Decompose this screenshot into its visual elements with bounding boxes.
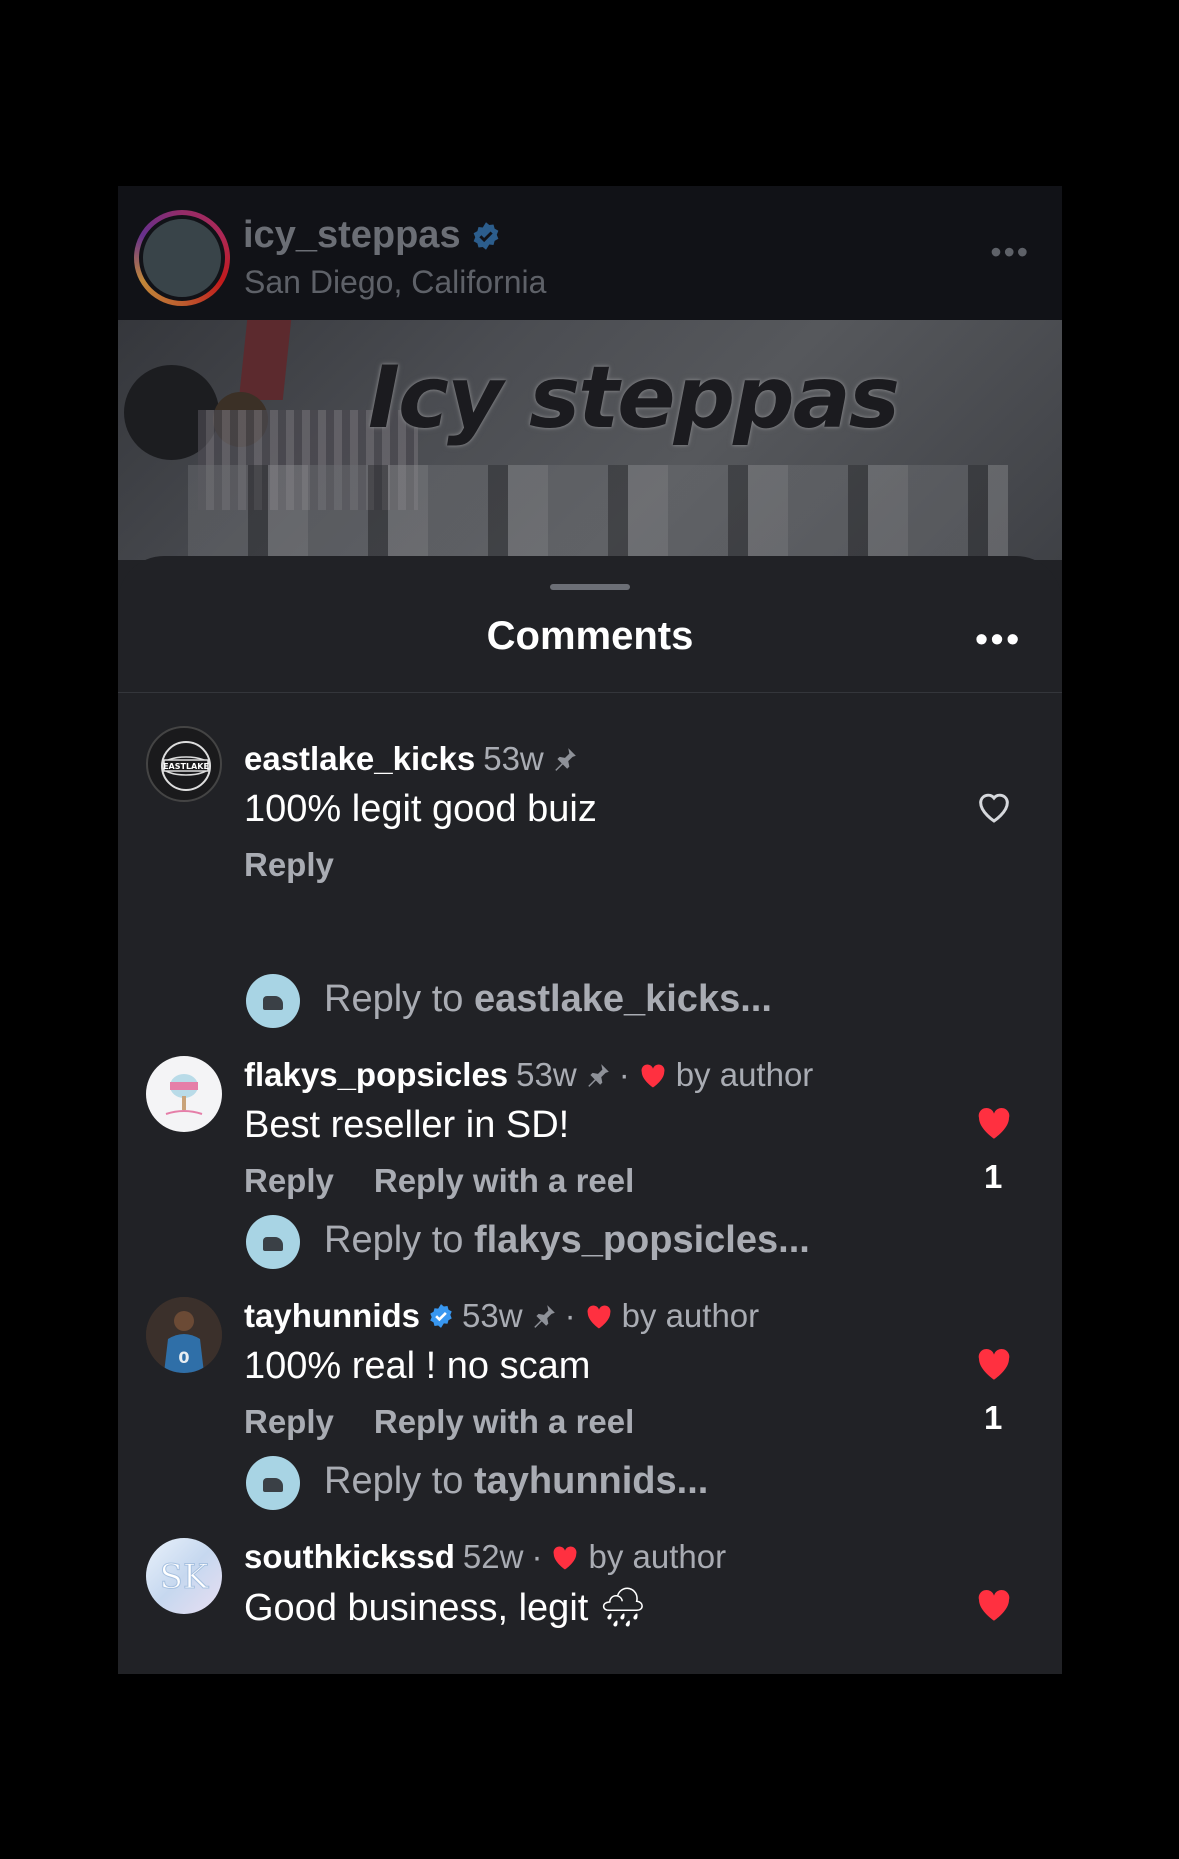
post-more-options-icon[interactable]: ••• <box>990 234 1030 271</box>
svg-text:EASTLAKE: EASTLAKE <box>163 762 209 771</box>
avatar[interactable]: SK <box>146 1538 222 1614</box>
svg-text:SK: SK <box>160 1557 209 1597</box>
liked-by-author-label: by author <box>621 1297 760 1334</box>
svg-text:0: 0 <box>178 1348 189 1367</box>
reply-prompt-user: flakys_popsicles... <box>473 1219 810 1261</box>
current-user-avatar <box>246 1456 300 1510</box>
comment-username[interactable]: southkickssd <box>244 1538 455 1576</box>
divider <box>118 692 1062 693</box>
phone-screen: icy_steppas San Diego, California ••• Ic… <box>118 186 1062 1674</box>
separator-dot: · <box>618 1056 630 1093</box>
comment-text: 100% real ! no scam <box>244 1345 591 1387</box>
comment-username[interactable]: tayhunnids <box>244 1297 420 1335</box>
reply-button[interactable]: Reply <box>244 1403 334 1441</box>
post-location[interactable]: San Diego, California <box>244 264 546 301</box>
heart-filled-icon <box>554 1546 577 1570</box>
avatar[interactable]: EASTLAKE <box>146 726 222 802</box>
comment-time: 53w <box>462 1297 523 1334</box>
comment-text: Best reseller in SD! <box>244 1104 570 1146</box>
heart-filled-icon <box>641 1064 665 1088</box>
reply-prompt-text[interactable]: Reply to tayhunnids... <box>324 1460 708 1503</box>
comment-username[interactable]: eastlake_kicks <box>244 740 475 778</box>
heart-outline-icon[interactable] <box>974 786 1014 826</box>
liked-by-author-label: by author <box>588 1538 727 1575</box>
reply-prompt-text[interactable]: Reply to flakys_popsicles... <box>324 1219 810 1262</box>
reply-with-reel-button[interactable]: Reply with a reel <box>374 1403 634 1441</box>
reply-prompt-user: tayhunnids... <box>473 1460 709 1502</box>
comment-text: 100% legit good buiz <box>244 788 597 830</box>
comment-username[interactable]: flakys_popsicles <box>244 1056 508 1094</box>
reply-prompt-prefix: Reply to <box>324 1460 474 1502</box>
comment-item: EASTLAKE eastlake_kicks 53w 100% legit g… <box>118 726 1062 883</box>
comment-header: eastlake_kicks 53w <box>244 740 578 778</box>
reply-prompt-prefix: Reply to <box>324 1219 474 1261</box>
comment-time: 53w <box>516 1056 577 1093</box>
comment-header: southkickssd 52w · by author <box>244 1538 726 1576</box>
comment-item: 0 tayhunnids 53w · by author 100% real !… <box>118 1297 1062 1440</box>
comment-actions: Reply Reply with a reel <box>244 1403 634 1441</box>
reply-prompt-text[interactable]: Reply to eastlake_kicks... <box>324 978 772 1021</box>
post-username[interactable]: icy_steppas <box>243 214 461 257</box>
sheet-title: Comments <box>486 614 694 658</box>
reply-prompt-user: eastlake_kicks... <box>473 978 772 1020</box>
heart-filled-icon[interactable] <box>974 1102 1014 1142</box>
separator-dot: · <box>564 1297 576 1334</box>
verified-badge-icon <box>473 221 498 250</box>
post-header: icy_steppas San Diego, California ••• <box>118 186 1062 320</box>
comment-header: tayhunnids 53w · by author <box>244 1297 759 1335</box>
comment-item: SK southkickssd 52w · by author Good bus… <box>118 1538 1062 1674</box>
like-count: 1 <box>984 1399 1003 1436</box>
current-user-avatar <box>246 1215 300 1269</box>
comment-item: flakys_popsicles 53w · by author Best re… <box>118 1056 1062 1199</box>
heart-filled-icon[interactable] <box>974 1343 1014 1383</box>
reply-prompt-prefix: Reply to <box>324 978 474 1020</box>
avatar[interactable]: 0 <box>146 1297 222 1373</box>
reply-with-reel-button[interactable]: Reply with a reel <box>374 1162 634 1200</box>
reply-button[interactable]: Reply <box>244 1162 334 1200</box>
current-user-avatar <box>246 974 300 1028</box>
comment-text: Good business, legit 🌧 <box>244 1587 648 1629</box>
comments-sheet: Comments ••• EASTLAKE eastlake_kicks 53w <box>118 556 1062 1674</box>
sheet-more-options-icon[interactable]: ••• <box>975 618 1022 660</box>
comment-header: flakys_popsicles 53w · by author <box>244 1056 813 1094</box>
comment-time: 53w <box>483 740 544 777</box>
flakys-logo-icon <box>165 1074 203 1115</box>
pin-icon <box>587 1064 609 1087</box>
heart-filled-icon <box>587 1305 611 1329</box>
liked-by-author-label: by author <box>675 1056 814 1093</box>
pin-icon <box>555 748 576 771</box>
like-count: 1 <box>984 1158 1003 1195</box>
separator-dot: · <box>531 1538 543 1575</box>
profile-avatar[interactable] <box>134 210 230 306</box>
avatar[interactable] <box>146 1056 222 1132</box>
reply-button[interactable]: Reply <box>244 846 334 884</box>
post-image[interactable]: Icy steppas <box>118 320 1062 560</box>
comment-actions: Reply <box>244 846 334 884</box>
pin-icon <box>533 1305 555 1328</box>
reply-prompt[interactable]: Reply to tayhunnids... <box>118 1452 1062 1512</box>
comment-actions: Reply Reply with a reel <box>244 1162 634 1200</box>
verified-badge-icon <box>430 1304 452 1328</box>
heart-filled-icon[interactable] <box>974 1584 1014 1624</box>
eastlake-logo-icon: EASTLAKE <box>161 741 211 791</box>
tayhunnids-photo: 0 <box>146 1297 222 1373</box>
reply-prompt[interactable]: Reply to flakys_popsicles... <box>118 1211 1062 1271</box>
post-username-row[interactable]: icy_steppas <box>243 214 501 257</box>
comment-time: 52w <box>462 1538 524 1575</box>
southkicks-logo-icon: SK <box>159 1557 209 1598</box>
banner-logo-text: Icy steppas <box>368 348 900 448</box>
sheet-grabber-handle[interactable] <box>550 584 630 590</box>
reply-prompt[interactable]: Reply to eastlake_kicks... <box>118 970 1062 1030</box>
